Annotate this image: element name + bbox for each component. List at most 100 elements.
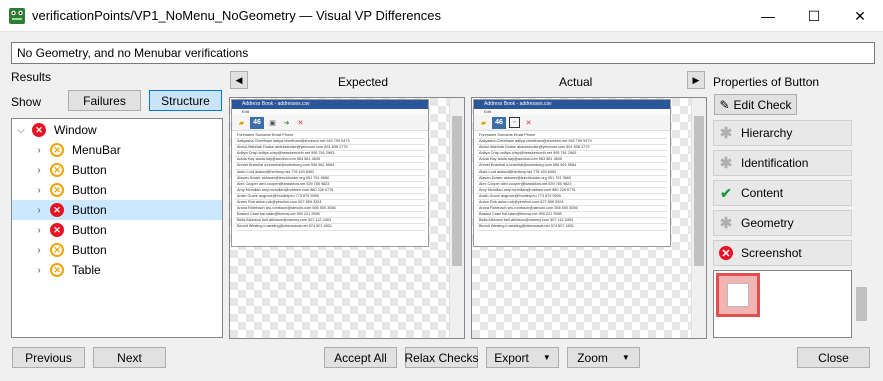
show-label: Show xyxy=(11,95,42,109)
property-label: Content xyxy=(741,186,784,200)
actual-scrollbar[interactable] xyxy=(691,98,706,338)
chevron-right-icon[interactable]: › xyxy=(34,185,44,196)
actual-image-panel[interactable]: Address Book - addresses.csv Edit ▰ 46 ▫… xyxy=(471,97,707,339)
expected-screenshot: Address Book - addresses.csv Edit ▰ 46 ▣… xyxy=(231,99,429,247)
tree-item-label: Button xyxy=(72,203,107,217)
export-label: Export xyxy=(494,350,529,365)
tree-item-table[interactable]: › ✕ Table xyxy=(12,260,222,280)
app-frog-icon xyxy=(9,8,25,24)
table-row: Benoit Westing b.westing@ctlemcaval.net … xyxy=(235,224,425,231)
properties-title: Properties of Button xyxy=(713,75,820,89)
property-hierarchy[interactable]: ✱ Hierarchy xyxy=(713,120,852,146)
tree-item-label: Button xyxy=(72,163,107,177)
warning-status-icon: ✕ xyxy=(50,183,64,197)
gear-icon: ✱ xyxy=(719,215,733,232)
properties-scrollbar[interactable] xyxy=(854,270,869,338)
chevron-right-icon[interactable]: › xyxy=(34,225,44,236)
mini-table: Forename Surname Email Phone Aaliyasha C… xyxy=(477,133,667,231)
tree-item-button[interactable]: › ✕ Button xyxy=(12,180,222,200)
scroll-thumb[interactable] xyxy=(856,287,867,321)
chevron-right-icon[interactable]: › xyxy=(34,145,44,156)
property-identification[interactable]: ✱ Identification xyxy=(713,150,852,176)
dropdown-arrow-icon: ▼ xyxy=(542,353,551,362)
delete-icon: ✕ xyxy=(525,119,532,127)
close-button[interactable]: Close xyxy=(797,347,870,368)
table-row: Benoit Westing b.westing@ctlemcaval.net … xyxy=(477,224,667,231)
structure-button[interactable]: Structure xyxy=(149,90,222,111)
tree-item-label: Button xyxy=(72,183,107,197)
tree-item-button[interactable]: › ✕ Button xyxy=(12,160,222,180)
edit-check-label: Edit Check xyxy=(733,97,792,112)
maximize-button[interactable]: ☐ xyxy=(791,0,837,32)
next-button[interactable]: Next xyxy=(93,347,166,368)
scroll-thumb[interactable] xyxy=(452,116,462,266)
mini-window-title: Address Book - addresses.csv xyxy=(474,100,670,109)
chevron-right-icon[interactable]: › xyxy=(34,265,44,276)
tree-item-menubar[interactable]: › ✕ MenuBar xyxy=(12,140,222,160)
delete-icon: ✕ xyxy=(297,119,304,127)
warning-status-icon: ✕ xyxy=(50,243,64,257)
screenshot-thumbnail-area xyxy=(713,270,852,338)
property-label: Geometry xyxy=(741,216,794,230)
export-dropdown[interactable]: Export ▼ xyxy=(486,347,559,368)
highlighted-tool-icon: 46 xyxy=(250,116,264,129)
screenshot-thumbnail[interactable] xyxy=(716,273,760,317)
gear-icon: ✱ xyxy=(719,155,733,172)
warning-status-icon: ✕ xyxy=(50,263,64,277)
edit-pencil-icon: ✎ xyxy=(719,97,730,112)
actual-label: Actual xyxy=(559,75,593,89)
error-status-icon: ✕ xyxy=(50,203,64,217)
previous-button[interactable]: Previous xyxy=(12,347,85,368)
results-label: Results xyxy=(11,70,52,84)
previous-arrow-button[interactable]: ◀ xyxy=(230,71,248,89)
error-status-icon: ✕ xyxy=(50,223,64,237)
chevron-down-icon[interactable]: ⌵ xyxy=(16,125,26,136)
open-folder-icon: ▰ xyxy=(238,119,245,127)
scroll-thumb[interactable] xyxy=(694,116,704,266)
failures-button[interactable]: Failures xyxy=(68,90,141,111)
save-icon: ▣ xyxy=(269,119,276,127)
edit-check-button[interactable]: ✎ Edit Check xyxy=(714,94,797,115)
property-screenshot[interactable]: ✕ Screenshot xyxy=(713,240,852,266)
tree-item-button[interactable]: › ✕ Button xyxy=(12,240,222,260)
vp-description-field[interactable]: No Geometry, and no Menubar verification… xyxy=(11,42,875,64)
mini-window-title: Address Book - addresses.csv xyxy=(232,100,428,109)
mini-table: Forename Surname Email Phone Aaliyasha C… xyxy=(235,133,425,231)
tree-item-label: MenuBar xyxy=(72,143,121,157)
tree-item-label: Window xyxy=(54,123,97,137)
dropdown-arrow-icon: ▼ xyxy=(621,353,630,362)
error-status-icon: ✕ xyxy=(719,246,733,260)
tree-item-label: Table xyxy=(72,263,101,277)
zoom-label: Zoom xyxy=(577,350,608,365)
property-label: Hierarchy xyxy=(741,126,793,140)
mini-toolbar: ▰ 46 ▣ ➜ ✕ xyxy=(232,115,428,131)
thumbnail-image xyxy=(727,283,749,307)
next-arrow-button[interactable]: ▶ xyxy=(687,71,705,89)
tree-item-window[interactable]: ⌵ ✕ Window xyxy=(12,120,222,140)
mini-toolbar: ▰ 46 ▫ ✕ xyxy=(474,115,670,131)
chevron-right-icon[interactable]: › xyxy=(34,205,44,216)
zoom-dropdown[interactable]: Zoom ▼ xyxy=(567,347,640,368)
chevron-right-icon[interactable]: › xyxy=(34,245,44,256)
tree-item-label: Button xyxy=(72,243,107,257)
property-label: Identification xyxy=(741,156,809,170)
minimize-button[interactable]: — xyxy=(745,0,791,32)
error-status-icon: ✕ xyxy=(32,123,46,137)
window-title: verificationPoints/VP1_NoMenu_NoGeometry… xyxy=(32,8,441,23)
tree-item-button[interactable]: › ✕ Button xyxy=(12,220,222,240)
warning-status-icon: ✕ xyxy=(50,163,64,177)
accept-all-button[interactable]: Accept All xyxy=(324,347,397,368)
tree-item-label: Button xyxy=(72,223,107,237)
chevron-right-icon[interactable]: › xyxy=(34,165,44,176)
expected-image-panel[interactable]: Address Book - addresses.csv Edit ▰ 46 ▣… xyxy=(229,97,465,339)
title-bar: verificationPoints/VP1_NoMenu_NoGeometry… xyxy=(0,0,883,32)
tree-item-button-selected[interactable]: › ✕ Button xyxy=(12,200,222,220)
close-window-button[interactable]: ✕ xyxy=(837,0,883,32)
relax-checks-button[interactable]: Relax Checks xyxy=(404,347,479,368)
results-tree[interactable]: ⌵ ✕ Window › ✕ MenuBar › ✕ Button › ✕ Bu… xyxy=(11,118,223,338)
expected-scrollbar[interactable] xyxy=(449,98,464,338)
expected-label: Expected xyxy=(338,75,389,89)
property-label: Screenshot xyxy=(741,246,802,260)
property-content[interactable]: ✔ Content xyxy=(713,180,852,206)
property-geometry[interactable]: ✱ Geometry xyxy=(713,210,852,236)
